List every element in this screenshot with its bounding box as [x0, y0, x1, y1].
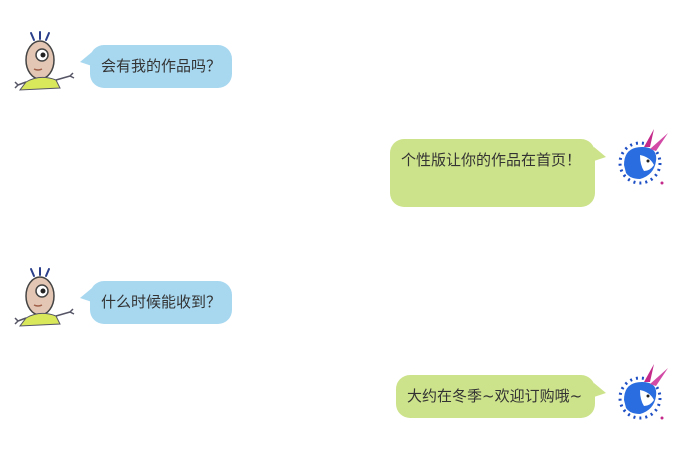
- message-bubble[interactable]: 会有我的作品吗？: [90, 45, 233, 88]
- blue-rabbit-logo-avatar-icon: [610, 125, 674, 189]
- blue-rabbit-logo-avatar-icon: [610, 360, 674, 424]
- cartoon-boy-avatar-icon: [12, 266, 76, 330]
- message-bubble[interactable]: 什么时候能收到？: [90, 281, 233, 324]
- chat-conversation: 会有我的作品吗？ 个性版让你的作品在首页！ 什么时候能收到？ 大约在冬季~欢迎订…: [0, 0, 686, 464]
- cartoon-boy-avatar-icon: [12, 30, 76, 94]
- bubble-tail: [594, 147, 606, 161]
- message-bubble[interactable]: 大约在冬季~欢迎订购哦~: [396, 375, 595, 418]
- bubble-tail: [594, 383, 606, 397]
- message-bubble[interactable]: 个性版让你的作品在首页！: [390, 139, 595, 207]
